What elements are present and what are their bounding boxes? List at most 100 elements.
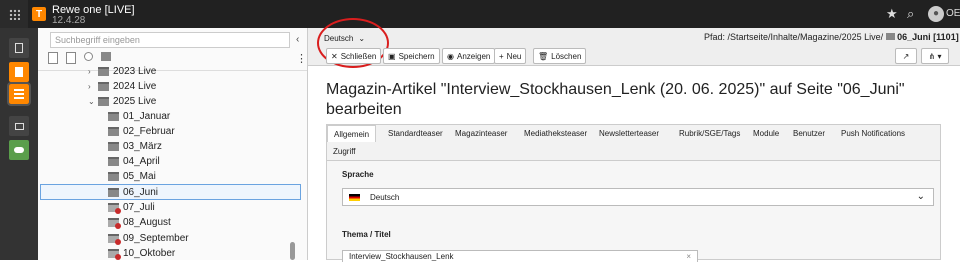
breadcrumb-current: 06_Juni [1101] bbox=[897, 32, 959, 42]
language-field[interactable]: Deutsch ⌄ bbox=[342, 188, 934, 206]
search-icon[interactable]: ⌕ bbox=[907, 6, 914, 22]
new-page-template-icon[interactable] bbox=[66, 52, 76, 64]
module-cloud-button[interactable] bbox=[9, 140, 29, 160]
module-page-button[interactable] bbox=[9, 38, 29, 58]
star-icon[interactable]: ★ bbox=[886, 6, 898, 22]
open-new-window-button[interactable]: ↗ bbox=[895, 48, 917, 64]
tab-zugriff[interactable]: Zugriff bbox=[327, 143, 362, 160]
chevron-down-icon: ⌄ bbox=[916, 191, 925, 202]
site-version: 12.4.28 bbox=[52, 15, 86, 26]
hidden-page-icon bbox=[108, 203, 121, 214]
tree-node-maerz[interactable]: 03_März bbox=[108, 139, 162, 154]
tree-more-button[interactable]: ⋮ bbox=[296, 52, 307, 65]
close-icon: ✕ bbox=[331, 51, 338, 61]
image-icon bbox=[14, 122, 24, 130]
clear-icon[interactable]: × bbox=[686, 251, 691, 263]
tab-module[interactable]: Module bbox=[747, 125, 785, 142]
tab-newsletterteaser[interactable]: Newsletterteaser bbox=[593, 125, 665, 142]
new-button[interactable]: + Neu bbox=[494, 48, 527, 64]
page-tree: Suchbegriff eingeben ‹ ⋮ bbox=[38, 28, 308, 260]
link-icon[interactable] bbox=[84, 52, 93, 61]
hidden-page-icon bbox=[108, 218, 121, 229]
list-icon bbox=[15, 67, 23, 77]
close-button-label: Schließen bbox=[340, 51, 377, 61]
folder-page-icon bbox=[108, 172, 119, 181]
records-icon bbox=[14, 89, 24, 99]
tree-node-label: 02_Februar bbox=[123, 126, 175, 137]
chevron-down-icon[interactable]: ⌄ bbox=[88, 97, 98, 106]
tree-node-september[interactable]: 09_September bbox=[108, 231, 189, 246]
tab-push-notifications[interactable]: Push Notifications bbox=[835, 125, 911, 142]
tree-node-label: 10_Oktober bbox=[123, 248, 176, 259]
chevron-right-icon[interactable]: › bbox=[88, 82, 98, 91]
folder-page-icon bbox=[98, 97, 109, 106]
form-panel: Sprache Deutsch ⌄ Thema / Titel Intervie… bbox=[326, 160, 941, 262]
tree-node-label: 2025 Live bbox=[113, 96, 157, 107]
view-button-label: Anzeigen bbox=[456, 51, 491, 61]
tree-node-label: 08_August bbox=[123, 217, 171, 228]
share-button[interactable]: ⋔ ▾ bbox=[921, 48, 949, 64]
tab-magazinteaser[interactable]: Magazinteaser bbox=[449, 125, 513, 142]
tree-node-mai[interactable]: 05_Mai bbox=[108, 169, 156, 184]
save-button[interactable]: ▣ Speichern bbox=[383, 48, 440, 64]
user-name[interactable]: OED bbox=[946, 8, 960, 19]
tree-node-2023[interactable]: › 2023 Live bbox=[88, 64, 156, 79]
tab-bar: Allgemein Standardteaser Magazinteaser M… bbox=[326, 124, 941, 160]
folder-page-icon bbox=[108, 142, 119, 151]
breadcrumb: Pfad: /Startseite/Inhalte/Magazine/2025 … bbox=[704, 32, 959, 42]
tree-node-august[interactable]: 08_August bbox=[108, 215, 171, 230]
new-page-icon[interactable] bbox=[48, 52, 58, 64]
tree-node-april[interactable]: 04_April bbox=[108, 154, 160, 169]
cloud-icon bbox=[14, 147, 24, 153]
app-menu-button[interactable] bbox=[0, 0, 28, 28]
tree-node-label: 2023 Live bbox=[113, 66, 157, 77]
tree-search-input[interactable]: Suchbegriff eingeben bbox=[50, 32, 290, 48]
tree-node-label: 04_April bbox=[123, 156, 160, 167]
folder-page-icon bbox=[108, 127, 119, 136]
module-media-button[interactable] bbox=[9, 116, 29, 136]
delete-button-label: Löschen bbox=[551, 51, 582, 61]
page-icon bbox=[15, 43, 23, 53]
eye-icon: ◉ bbox=[447, 51, 454, 61]
tree-scrollbar[interactable] bbox=[290, 242, 295, 260]
close-button[interactable]: ✕ Schließen bbox=[326, 48, 382, 64]
tree-node-januar[interactable]: 01_Januar bbox=[108, 109, 170, 124]
tree-node-2024[interactable]: › 2024 Live bbox=[88, 79, 156, 94]
collapse-tree-button[interactable]: ‹ bbox=[296, 34, 299, 45]
tab-allgemein[interactable]: Allgemein bbox=[327, 125, 377, 142]
view-button[interactable]: ◉ Anzeigen bbox=[442, 48, 496, 64]
tab-rubrik[interactable]: Rubrik/SGE/Tags bbox=[673, 125, 746, 142]
main-content: Deutsch ⌄ Pfad: /Startseite/Inhalte/Magaz… bbox=[308, 18, 960, 262]
avatar[interactable]: ● bbox=[928, 6, 944, 22]
tree-node-2025[interactable]: ⌄ 2025 Live bbox=[88, 94, 156, 109]
module-list-button[interactable] bbox=[9, 62, 29, 82]
topic-input[interactable]: Interview_Stockhausen_Lenk × bbox=[342, 250, 698, 262]
folder-page-icon bbox=[98, 82, 109, 91]
module-records-button[interactable] bbox=[7, 82, 31, 106]
tree-node-label: 03_März bbox=[123, 141, 162, 152]
module-bar bbox=[0, 28, 38, 260]
tree-node-juni[interactable]: 06_Juni bbox=[108, 185, 158, 200]
breadcrumb-path: Pfad: /Startseite/Inhalte/Magazine/2025 … bbox=[704, 32, 884, 42]
tree-node-juli[interactable]: 07_Juli bbox=[108, 200, 155, 215]
delete-button[interactable]: 🗑 Löschen bbox=[533, 48, 587, 64]
tree-node-label: 01_Januar bbox=[123, 111, 171, 122]
new-button-label: Neu bbox=[506, 51, 522, 61]
topic-label: Thema / Titel bbox=[342, 230, 391, 239]
save-icon: ▣ bbox=[388, 51, 396, 61]
tree-node-februar[interactable]: 02_Februar bbox=[108, 124, 175, 139]
chevron-right-icon[interactable]: › bbox=[88, 67, 98, 76]
tab-benutzer[interactable]: Benutzer bbox=[787, 125, 831, 142]
grid-icon bbox=[8, 8, 20, 20]
page-icon bbox=[885, 33, 895, 40]
plus-icon: + bbox=[499, 51, 504, 61]
tree-node-oktober[interactable]: 10_Oktober bbox=[108, 246, 175, 261]
tab-standardteaser[interactable]: Standardteaser bbox=[382, 125, 449, 142]
tree-node-label: 2024 Live bbox=[113, 81, 157, 92]
tree-node-label: 06_Juni bbox=[123, 187, 159, 198]
tab-mediatheksteaser[interactable]: Mediatheksteaser bbox=[518, 125, 593, 142]
page-title: Magazin-Artikel "Interview_Stockhausen_L… bbox=[326, 81, 905, 118]
folder-page-icon bbox=[98, 67, 109, 76]
folder-icon[interactable] bbox=[101, 52, 111, 61]
hidden-page-icon bbox=[108, 234, 121, 245]
